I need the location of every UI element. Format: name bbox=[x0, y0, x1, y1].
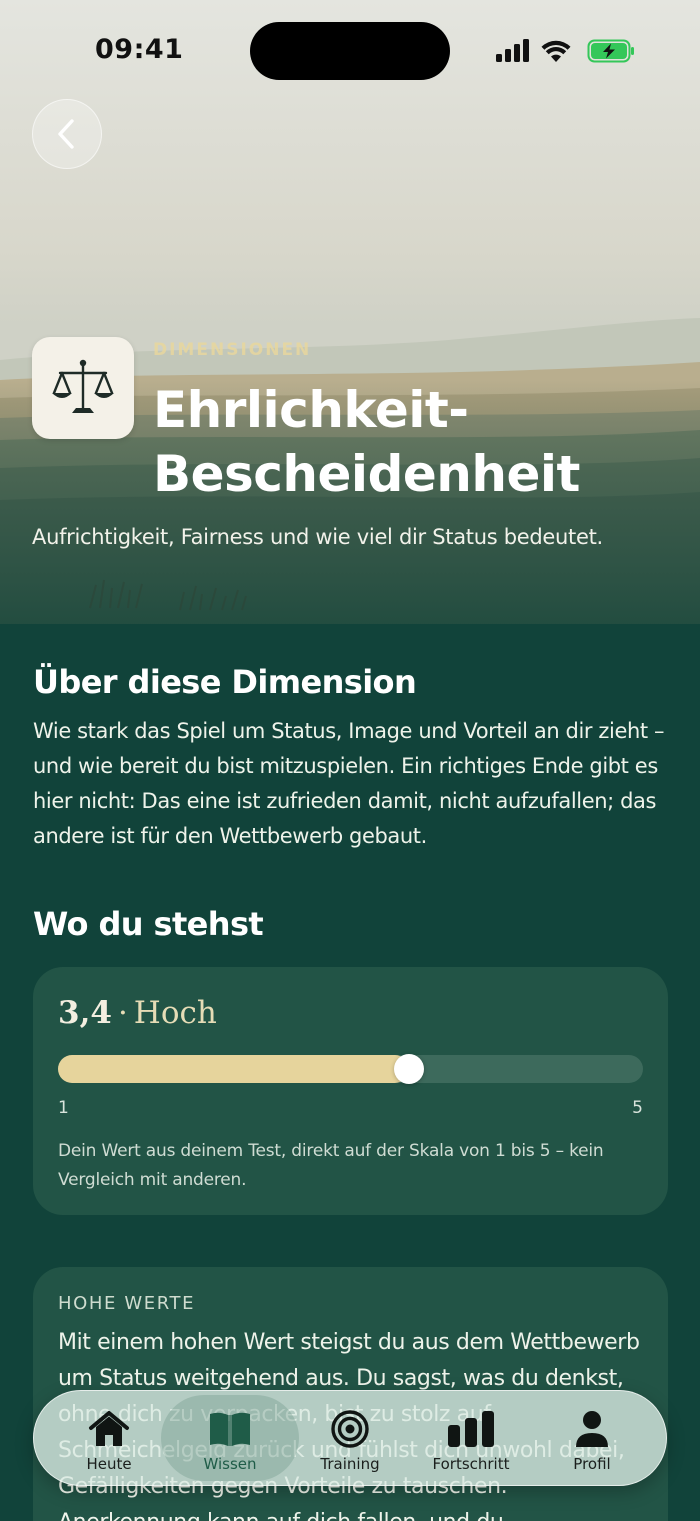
score-scale-marker bbox=[394, 1054, 424, 1084]
score-note: Dein Wert aus deinem Test, direkt auf de… bbox=[58, 1141, 604, 1190]
bar-chart-icon bbox=[448, 1411, 494, 1447]
tab-label-training: Training bbox=[320, 1455, 380, 1473]
high-values-label: HOHE WERTE bbox=[58, 1293, 196, 1314]
score-scale-fill bbox=[58, 1055, 409, 1083]
dynamic-island bbox=[250, 22, 450, 80]
tab-bar: Heute Wissen Training Fortschritt Profil bbox=[33, 1390, 667, 1486]
cellular-signal-icon bbox=[496, 39, 529, 62]
chevron-left-icon bbox=[58, 119, 74, 149]
book-icon bbox=[210, 1412, 250, 1446]
category-eyebrow: DIMENSIONEN bbox=[153, 340, 312, 360]
wifi-icon bbox=[541, 40, 571, 62]
page-subtitle: Aufrichtigkeit, Fairness und wie viel di… bbox=[32, 525, 603, 549]
score-line: 3,4 · Hoch bbox=[58, 995, 217, 1031]
tab-fortschritt[interactable]: Fortschritt bbox=[411, 1391, 531, 1487]
about-text: Wie stark das Spiel um Status, Image und… bbox=[33, 719, 665, 848]
back-button[interactable] bbox=[32, 99, 102, 169]
tab-label-wissen: Wissen bbox=[203, 1455, 257, 1473]
status-icons bbox=[496, 39, 634, 63]
score-value: 3,4 bbox=[58, 995, 112, 1031]
person-icon bbox=[576, 1411, 608, 1447]
target-icon bbox=[331, 1410, 369, 1448]
home-icon bbox=[89, 1411, 129, 1446]
dimension-icon-tile bbox=[32, 337, 134, 439]
tab-label-heute: Heute bbox=[86, 1455, 132, 1473]
tab-profil[interactable]: Profil bbox=[532, 1391, 652, 1487]
about-heading: Über diese Dimension bbox=[33, 663, 417, 701]
status-time: 09:41 bbox=[95, 34, 184, 65]
tab-wissen[interactable]: Wissen bbox=[170, 1391, 290, 1487]
hero-header: 09:41 DIMENSIONEN Ehrlichkeit-Bescheiden… bbox=[0, 0, 700, 624]
scale-max-label: 5 bbox=[632, 1098, 643, 1118]
scale-min-label: 1 bbox=[58, 1098, 69, 1118]
score-card: 3,4 · Hoch 1 5 Dein Wert aus deinem Test, … bbox=[33, 967, 668, 1215]
position-heading: Wo du stehst bbox=[33, 905, 264, 943]
tab-heute[interactable]: Heute bbox=[49, 1391, 169, 1487]
scales-icon bbox=[52, 359, 114, 413]
tab-label-fortschritt: Fortschritt bbox=[432, 1455, 510, 1473]
score-level: Hoch bbox=[133, 995, 217, 1031]
tab-training[interactable]: Training bbox=[290, 1391, 410, 1487]
score-scale-track bbox=[58, 1054, 643, 1084]
score-separator: · bbox=[117, 995, 128, 1031]
battery-icon bbox=[587, 39, 634, 63]
tab-label-profil: Profil bbox=[573, 1455, 611, 1473]
page-title: Ehrlichkeit-Bescheidenheit bbox=[153, 381, 580, 503]
